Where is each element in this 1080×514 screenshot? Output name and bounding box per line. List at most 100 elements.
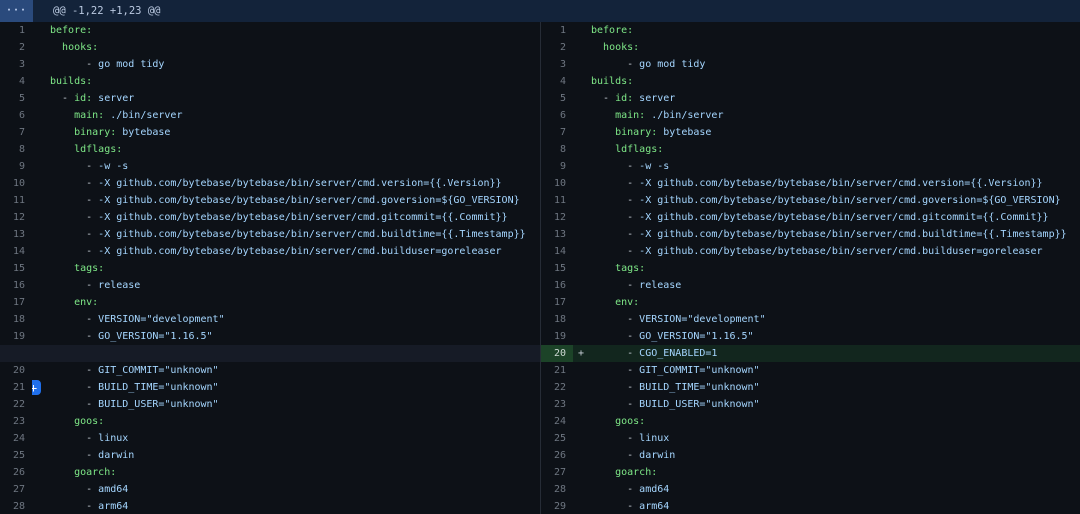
line-number[interactable]: 22 bbox=[0, 396, 32, 413]
line-number[interactable]: 6 bbox=[0, 107, 32, 124]
line-number[interactable]: 26 bbox=[0, 464, 32, 481]
line-number[interactable]: 20 bbox=[0, 362, 32, 379]
line-number[interactable]: 15 bbox=[541, 260, 573, 277]
code-line: - arm64 bbox=[573, 498, 1080, 514]
diff-row-context: 21+ - BUILD_TIME="unknown" bbox=[0, 379, 540, 396]
yaml-key: ldflags: bbox=[615, 144, 663, 155]
line-number[interactable]: 12 bbox=[0, 209, 32, 226]
line-number[interactable]: 17 bbox=[541, 294, 573, 311]
hunk-header-row: ··· @@ -1,22 +1,23 @@ bbox=[0, 0, 1080, 22]
diff-row-context: 27 goarch: bbox=[541, 464, 1080, 481]
line-number[interactable]: 5 bbox=[541, 90, 573, 107]
line-number[interactable]: 3 bbox=[0, 56, 32, 73]
line-number[interactable]: 12 bbox=[541, 209, 573, 226]
add-comment-button[interactable]: + bbox=[32, 380, 41, 395]
line-number[interactable]: 27 bbox=[0, 481, 32, 498]
line-number[interactable]: 8 bbox=[0, 141, 32, 158]
line-number[interactable]: 11 bbox=[541, 192, 573, 209]
line-number[interactable]: 1 bbox=[0, 22, 32, 39]
code-text: - bbox=[591, 195, 639, 206]
line-number[interactable]: 13 bbox=[541, 226, 573, 243]
line-number[interactable]: 29 bbox=[541, 498, 573, 514]
diff-row-context: 23 goos: bbox=[0, 413, 540, 430]
line-number[interactable]: 23 bbox=[541, 396, 573, 413]
line-number[interactable]: 4 bbox=[541, 73, 573, 90]
code-text bbox=[50, 263, 74, 274]
line-number[interactable]: 7 bbox=[0, 124, 32, 141]
line-number[interactable]: 8 bbox=[541, 141, 573, 158]
line-number[interactable]: 2 bbox=[0, 39, 32, 56]
line-number[interactable]: 9 bbox=[0, 158, 32, 175]
code-text: - bbox=[50, 246, 98, 257]
line-number[interactable]: 18 bbox=[541, 311, 573, 328]
yaml-value: -X github.com/bytebase/bytebase/bin/serv… bbox=[98, 246, 501, 257]
line-number[interactable]: 16 bbox=[541, 277, 573, 294]
line-number[interactable]: 19 bbox=[541, 328, 573, 345]
line-number[interactable]: 11 bbox=[0, 192, 32, 209]
yaml-key: before: bbox=[591, 25, 633, 36]
yaml-value: go mod tidy bbox=[98, 59, 164, 70]
yaml-value: VERSION="development" bbox=[639, 314, 765, 325]
line-number[interactable]: 23 bbox=[0, 413, 32, 430]
yaml-key: ldflags: bbox=[74, 144, 122, 155]
diff-row-context: 21 - GIT_COMMIT="unknown" bbox=[541, 362, 1080, 379]
diff-row-context: 7 binary: bytebase bbox=[541, 124, 1080, 141]
line-number[interactable]: 9 bbox=[541, 158, 573, 175]
line-number[interactable]: 27 bbox=[541, 464, 573, 481]
line-number[interactable]: 24 bbox=[0, 430, 32, 447]
line-number[interactable]: 25 bbox=[0, 447, 32, 464]
line-number[interactable]: 13 bbox=[0, 226, 32, 243]
code-line: - -X github.com/bytebase/bytebase/bin/se… bbox=[573, 192, 1080, 209]
line-number[interactable]: 2 bbox=[541, 39, 573, 56]
split-diff-view: ··· @@ -1,22 +1,23 @@ 1before:2 hooks:3 … bbox=[0, 0, 1080, 514]
line-number[interactable]: 28 bbox=[0, 498, 32, 514]
line-number[interactable]: 1 bbox=[541, 22, 573, 39]
line-number[interactable]: 4 bbox=[0, 73, 32, 90]
diff-row-context: 16 - release bbox=[541, 277, 1080, 294]
line-number[interactable]: 28 bbox=[541, 481, 573, 498]
code-line: goarch: bbox=[32, 464, 540, 481]
line-number[interactable]: 7 bbox=[541, 124, 573, 141]
diff-row-context: 15 tags: bbox=[0, 260, 540, 277]
line-number[interactable]: 17 bbox=[0, 294, 32, 311]
line-number[interactable]: 14 bbox=[541, 243, 573, 260]
diff-row-context: 17 env: bbox=[0, 294, 540, 311]
yaml-key: env: bbox=[615, 297, 639, 308]
line-number[interactable]: 25 bbox=[541, 430, 573, 447]
line-number[interactable]: 26 bbox=[541, 447, 573, 464]
diff-row-context: 12 - -X github.com/bytebase/bytebase/bin… bbox=[0, 209, 540, 226]
line-number[interactable]: 5 bbox=[0, 90, 32, 107]
yaml-key: goarch: bbox=[615, 467, 657, 478]
diff-row-context: 15 tags: bbox=[541, 260, 1080, 277]
line-number[interactable]: 15 bbox=[0, 260, 32, 277]
line-number[interactable]: 20 bbox=[541, 345, 573, 362]
line-number[interactable]: 19 bbox=[0, 328, 32, 345]
line-number[interactable]: 21 bbox=[541, 362, 573, 379]
line-number[interactable]: 3 bbox=[541, 56, 573, 73]
line-number[interactable]: 10 bbox=[541, 175, 573, 192]
line-number[interactable]: 21 bbox=[0, 379, 32, 396]
line-number[interactable]: 14 bbox=[0, 243, 32, 260]
code-line: - id: server bbox=[32, 90, 540, 107]
yaml-key: hooks: bbox=[603, 42, 639, 53]
line-number[interactable]: 16 bbox=[0, 277, 32, 294]
line-number[interactable]: 6 bbox=[541, 107, 573, 124]
yaml-value: bytebase bbox=[657, 127, 711, 138]
diff-row-context: 4builds: bbox=[541, 73, 1080, 90]
code-text: - bbox=[591, 229, 639, 240]
line-number[interactable]: 10 bbox=[0, 175, 32, 192]
diff-row-context: 8 ldflags: bbox=[541, 141, 1080, 158]
diff-row-context: 19 - GO_VERSION="1.16.5" bbox=[0, 328, 540, 345]
line-number[interactable]: 18 bbox=[0, 311, 32, 328]
line-number[interactable]: 22 bbox=[541, 379, 573, 396]
diff-row-context: 12 - -X github.com/bytebase/bytebase/bin… bbox=[541, 209, 1080, 226]
line-number[interactable]: 24 bbox=[541, 413, 573, 430]
code-text: - bbox=[591, 501, 639, 512]
diff-row-context: 7 binary: bytebase bbox=[0, 124, 540, 141]
code-text: - bbox=[50, 331, 98, 342]
code-line: env: bbox=[573, 294, 1080, 311]
code-text: - bbox=[50, 382, 98, 393]
yaml-value: ./bin/server bbox=[104, 110, 182, 121]
code-line: before: bbox=[32, 22, 540, 39]
expand-hunk-button[interactable]: ··· bbox=[0, 0, 33, 22]
